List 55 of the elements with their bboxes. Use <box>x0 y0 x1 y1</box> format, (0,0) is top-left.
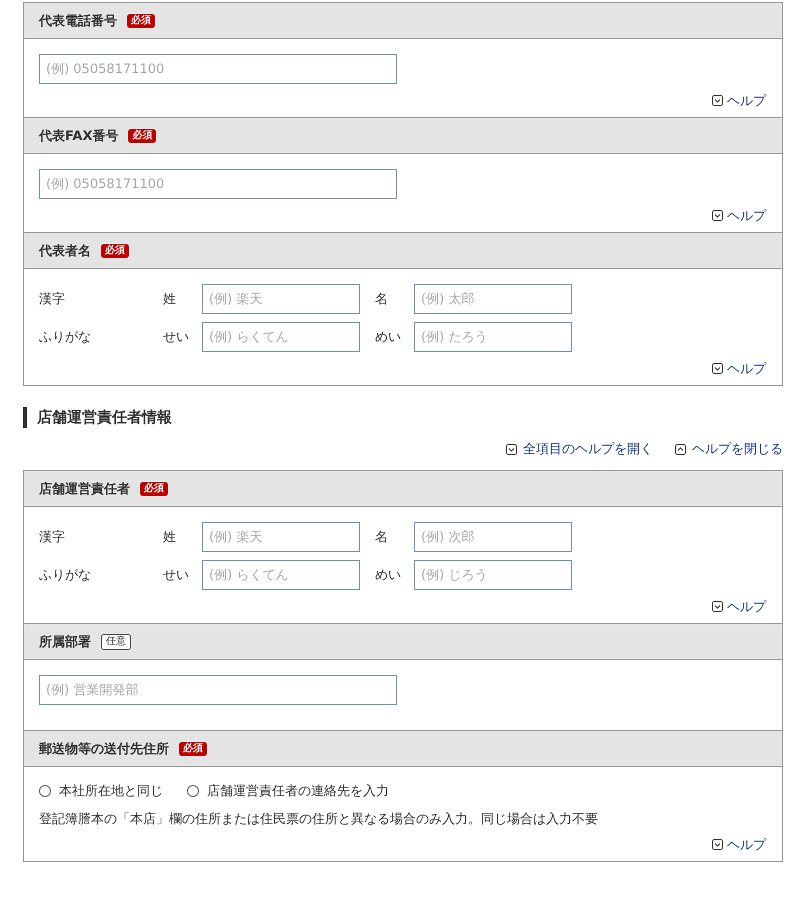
chevron-down-icon <box>712 95 723 106</box>
text-field[interactable]: (例) らくてん <box>202 560 360 590</box>
field-label: せい <box>163 567 190 584</box>
required-badge: 必須 <box>101 244 129 258</box>
text-field[interactable]: (例) 楽天 <box>202 284 360 314</box>
text-field[interactable]: (例) らくてん <box>202 322 360 352</box>
chevron-down-icon <box>712 839 723 850</box>
chevron-down-icon <box>712 210 723 221</box>
section-title: 所属部署 <box>39 634 91 650</box>
text-field[interactable]: (例) 05058171100 <box>39 169 397 199</box>
note-text: 登記簿謄本の「本店」欄の住所または住民票の住所と異なる場合のみ入力。同じ場合は入力不要 <box>39 811 599 828</box>
section-title: 店舗運営責任者 <box>39 480 130 498</box>
text-field[interactable]: (例) 次郎 <box>414 522 572 552</box>
chevron-down-icon <box>712 363 723 374</box>
field-label: 姓 <box>163 529 177 546</box>
radio-button[interactable] <box>39 785 51 797</box>
radio-button[interactable] <box>187 785 199 797</box>
row-label: ふりがな <box>39 567 92 584</box>
field-label: めい <box>375 329 402 346</box>
close-help-link[interactable]: ヘルプを閉じる <box>692 440 783 458</box>
text-field[interactable]: (例) 05058171100 <box>39 54 397 84</box>
optional-badge: 任意 <box>101 634 131 650</box>
text-field[interactable]: (例) 楽天 <box>202 522 360 552</box>
section-title: 郵送物等の送付先住所 <box>39 740 169 758</box>
field-label: 姓 <box>163 291 177 308</box>
help-link[interactable]: ヘルプ <box>727 360 766 378</box>
help-link[interactable]: ヘルプ <box>727 598 766 616</box>
required-badge: 必須 <box>127 14 155 28</box>
radio-label[interactable]: 本社所在地と同じ <box>59 782 163 800</box>
field-label: せい <box>163 329 190 346</box>
section-title: 代表者名 <box>39 242 91 260</box>
open-all-help-link[interactable]: 全項目のヘルプを開く <box>523 440 653 458</box>
text-field[interactable]: (例) じろう <box>414 560 572 590</box>
text-field[interactable]: (例) たろう <box>414 322 572 352</box>
row-label: ふりがな <box>39 329 92 346</box>
chevron-down-icon <box>712 601 723 612</box>
section-heading: 店舗運営責任者情報 <box>23 407 783 428</box>
required-badge: 必須 <box>128 128 156 142</box>
field-label: 名 <box>375 529 389 546</box>
required-badge: 必須 <box>179 742 207 756</box>
section-title: 代表FAX番号 <box>39 128 118 144</box>
row-label: 漢字 <box>39 529 66 546</box>
help-link[interactable]: ヘルプ <box>727 206 766 224</box>
chevron-down-icon <box>506 444 517 454</box>
field-label: めい <box>375 567 402 584</box>
row-label: 漢字 <box>39 291 66 308</box>
required-badge: 必須 <box>140 482 168 496</box>
text-field[interactable]: (例) 太郎 <box>414 284 572 314</box>
field-label: 名 <box>375 291 389 308</box>
radio-label[interactable]: 店舗運営責任者の連絡先を入力 <box>207 782 389 800</box>
help-link[interactable]: ヘルプ <box>727 836 766 854</box>
help-link[interactable]: ヘルプ <box>727 92 766 110</box>
section-title: 代表電話番号 <box>39 12 117 30</box>
chevron-up-icon <box>675 444 686 454</box>
text-field[interactable]: (例) 営業開発部 <box>39 675 397 705</box>
